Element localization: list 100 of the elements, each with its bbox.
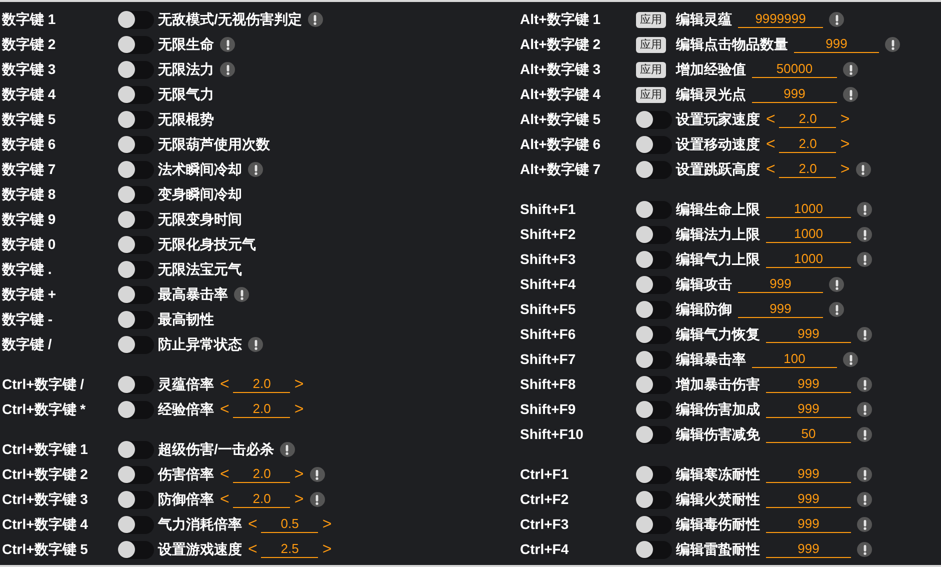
- toggle-switch[interactable]: [636, 540, 672, 558]
- value-field[interactable]: 2.0: [233, 401, 290, 418]
- toggle-switch[interactable]: [636, 160, 672, 178]
- option-label: 编辑灵蕴: [676, 10, 732, 29]
- value-field[interactable]: 1000: [766, 251, 851, 268]
- increase-button[interactable]: >: [294, 466, 304, 482]
- value-field[interactable]: 999: [766, 491, 851, 508]
- value-field[interactable]: 100: [752, 351, 837, 368]
- toggle-switch[interactable]: [118, 310, 154, 328]
- toggle-switch[interactable]: [118, 36, 154, 54]
- toggle-switch[interactable]: [118, 440, 154, 458]
- toggle-switch[interactable]: [636, 490, 672, 508]
- hotkey-label: 数字键 /: [2, 335, 53, 354]
- toggle-switch[interactable]: [118, 466, 154, 484]
- value-field[interactable]: 2.5: [261, 541, 318, 558]
- decrease-button[interactable]: <: [248, 542, 258, 558]
- increase-button[interactable]: >: [294, 492, 304, 508]
- toggle-switch[interactable]: [636, 376, 672, 394]
- toggle-switch[interactable]: [118, 490, 154, 508]
- decrease-button[interactable]: <: [220, 466, 230, 482]
- value-field[interactable]: 2.0: [233, 466, 290, 483]
- decrease-button[interactable]: <: [766, 162, 776, 178]
- hotkey-label: Alt+数字键 1: [520, 10, 602, 29]
- toggle-switch[interactable]: [118, 336, 154, 354]
- toggle-switch[interactable]: [118, 236, 154, 254]
- toggle-switch[interactable]: [118, 60, 154, 78]
- toggle-switch[interactable]: [118, 210, 154, 228]
- value-field[interactable]: 999: [738, 276, 823, 293]
- increase-button[interactable]: >: [840, 136, 850, 152]
- value-field[interactable]: 999: [752, 86, 837, 103]
- value-field[interactable]: 2.0: [779, 111, 836, 128]
- decrease-button[interactable]: <: [220, 492, 230, 508]
- option-label: 灵蕴倍率: [158, 375, 214, 394]
- toggle-switch[interactable]: [636, 466, 672, 484]
- value-field[interactable]: 1000: [766, 201, 851, 218]
- increase-button[interactable]: >: [322, 542, 332, 558]
- hotkey-label: 数字键 -: [2, 310, 54, 329]
- value-field[interactable]: 999: [766, 466, 851, 483]
- option-label: 无限变身时间: [158, 210, 242, 229]
- toggle-switch[interactable]: [636, 136, 672, 154]
- decrease-button[interactable]: <: [220, 376, 230, 392]
- toggle-switch[interactable]: [636, 200, 672, 218]
- toggle-switch[interactable]: [636, 300, 672, 318]
- increase-button[interactable]: >: [840, 112, 850, 128]
- value-field[interactable]: 2.0: [233, 491, 290, 508]
- toggle-switch[interactable]: [118, 540, 154, 558]
- toggle-switch[interactable]: [636, 276, 672, 294]
- value-field[interactable]: 999: [738, 301, 823, 318]
- value-field[interactable]: 1000: [766, 226, 851, 243]
- value-field[interactable]: 999: [766, 326, 851, 343]
- value-field[interactable]: 999: [766, 401, 851, 418]
- toggle-switch[interactable]: [118, 260, 154, 278]
- hotkey-label: Alt+数字键 2: [520, 35, 602, 54]
- apply-button[interactable]: 应用: [636, 62, 666, 78]
- increase-button[interactable]: >: [294, 376, 304, 392]
- value-field[interactable]: 2.0: [779, 161, 836, 178]
- decrease-button[interactable]: <: [766, 112, 776, 128]
- toggle-switch[interactable]: [118, 86, 154, 104]
- toggle-switch[interactable]: [118, 376, 154, 394]
- toggle-switch[interactable]: [118, 136, 154, 154]
- option-label: 编辑点击物品数量: [676, 35, 788, 54]
- toggle-switch[interactable]: [636, 326, 672, 344]
- apply-button[interactable]: 应用: [636, 36, 666, 52]
- toggle-switch[interactable]: [636, 400, 672, 418]
- apply-button[interactable]: 应用: [636, 12, 666, 28]
- toggle-switch[interactable]: [636, 516, 672, 534]
- toggle-switch[interactable]: [118, 186, 154, 204]
- toggle-switch[interactable]: [118, 400, 154, 418]
- value-field[interactable]: 999: [766, 541, 851, 558]
- value-field[interactable]: 50: [766, 426, 851, 443]
- toggle-switch[interactable]: [118, 110, 154, 128]
- hotkey-label: 数字键 3: [2, 60, 57, 79]
- apply-button[interactable]: 应用: [636, 86, 666, 102]
- toggle-switch[interactable]: [118, 160, 154, 178]
- toggle-switch[interactable]: [636, 110, 672, 128]
- value-field[interactable]: 9999999: [738, 11, 823, 28]
- decrease-button[interactable]: <: [248, 516, 258, 532]
- hotkey-label: Ctrl+数字键 1: [2, 440, 89, 459]
- increase-button[interactable]: >: [840, 162, 850, 178]
- value-field[interactable]: 0.5: [261, 516, 318, 533]
- decrease-button[interactable]: <: [220, 402, 230, 418]
- toggle-switch[interactable]: [636, 426, 672, 444]
- value-field[interactable]: 999: [766, 376, 851, 393]
- value-field[interactable]: 999: [794, 36, 879, 53]
- toggle-switch[interactable]: [636, 350, 672, 368]
- value-field[interactable]: 2.0: [779, 136, 836, 153]
- toggle-switch[interactable]: [118, 286, 154, 304]
- hotkey-label: 数字键 7: [2, 160, 57, 179]
- increase-button[interactable]: >: [294, 402, 304, 418]
- option-label: 设置跳跃高度: [676, 160, 760, 179]
- decrease-button[interactable]: <: [766, 136, 776, 152]
- increase-button[interactable]: >: [322, 516, 332, 532]
- option-label: 增加经验值: [676, 60, 746, 79]
- toggle-switch[interactable]: [118, 10, 154, 28]
- toggle-switch[interactable]: [118, 516, 154, 534]
- value-field[interactable]: 999: [766, 516, 851, 533]
- value-field[interactable]: 50000: [752, 61, 837, 78]
- toggle-switch[interactable]: [636, 250, 672, 268]
- value-field[interactable]: 2.0: [233, 376, 290, 393]
- toggle-switch[interactable]: [636, 226, 672, 244]
